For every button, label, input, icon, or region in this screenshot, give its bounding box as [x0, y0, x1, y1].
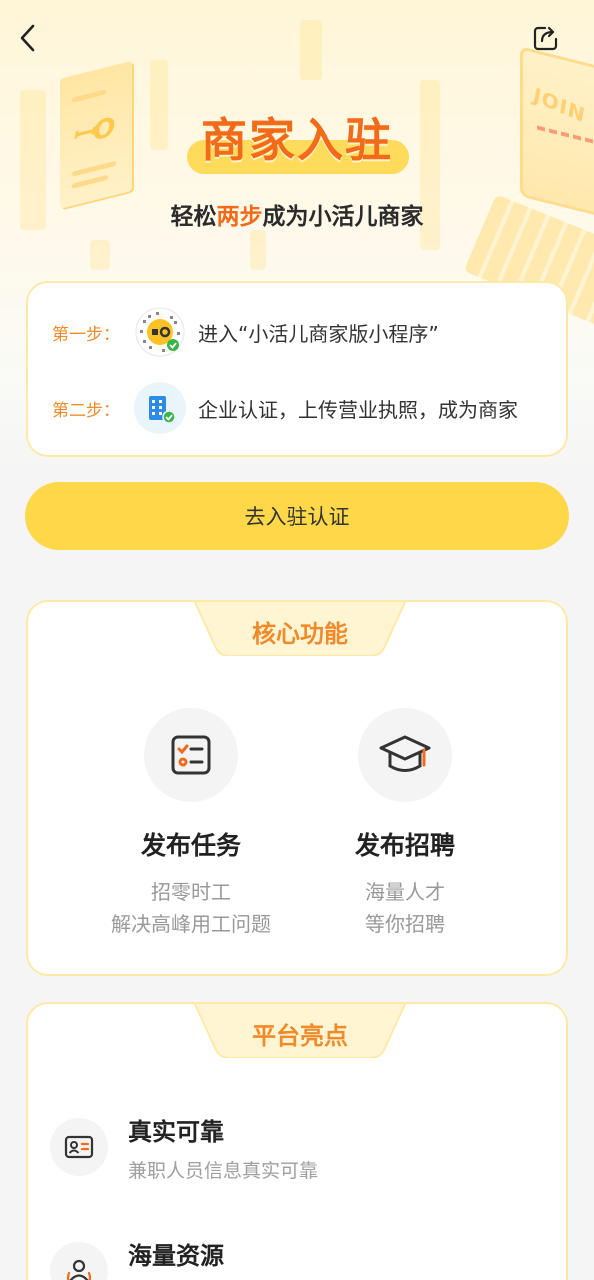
step-row-1: 第一步： 进入“小活儿商家版小程序” — [28, 304, 570, 360]
graduation-cap-graphic — [379, 735, 431, 772]
decor-bar — [300, 20, 322, 80]
highlight-item: 海量资源 — [50, 1230, 550, 1280]
feature-subtitle-line: 解决高峰用工问题 — [111, 912, 271, 936]
subtitle-prefix: 轻松 — [170, 204, 217, 230]
feature-subtitle-line: 海量人才 — [365, 880, 445, 904]
go-certify-button[interactable]: 去入驻认证 — [25, 482, 569, 550]
highlight-title: 海量资源 — [128, 1242, 224, 1270]
step-text: 企业认证，上传营业执照，成为商家 — [198, 397, 518, 422]
feature-publish-task[interactable]: 发布任务 招零时工 解决高峰用工问题 — [76, 708, 306, 940]
step-label: 第一步： — [52, 324, 120, 345]
feature-subtitle: 海量人才 等你招聘 — [290, 876, 520, 940]
graduation-cap-icon — [358, 708, 452, 802]
platform-highlights-card: 平台亮点 真实可靠 兼职人员信息真实可靠 海量资源 — [26, 1002, 568, 1280]
people-icon — [50, 1242, 108, 1280]
subtitle-suffix: 成为小活儿商家 — [262, 204, 424, 230]
step-text: 进入“小活儿商家版小程序” — [198, 321, 439, 346]
feature-subtitle-line: 招零时工 — [151, 880, 231, 904]
share-icon — [533, 26, 558, 51]
merchant-onboarding-page: ꟷO JOIN T 商家入驻 轻松两步成为小活儿商家 第一步： 进入“小活儿商家… — [0, 0, 594, 1280]
chevron-left-icon — [20, 24, 35, 52]
people-graphic — [66, 1259, 92, 1280]
miniprogram-qrcode-icon — [134, 306, 186, 358]
core-features-card: 核心功能 发布任务 招零时工 解决高峰用工问题 发布招聘 海量人才 等你招聘 — [26, 600, 568, 976]
steps-card: 第一步： 进入“小活儿商家版小程序” 第二步： 企业认证，上传营业执照，成为商家 — [26, 281, 568, 457]
enterprise-verify-icon — [134, 382, 186, 434]
page-title: 商家入驻 — [201, 113, 393, 167]
back-button[interactable] — [12, 20, 44, 56]
feature-publish-recruitment[interactable]: 发布招聘 海量人才 等你招聘 — [290, 708, 520, 940]
page-subtitle: 轻松两步成为小活儿商家 — [0, 197, 594, 231]
task-list-icon — [144, 708, 238, 802]
feature-title: 发布任务 — [140, 831, 241, 860]
building-icon — [149, 396, 176, 424]
miniprogram-qrcode-graphic — [135, 307, 185, 357]
highlight-subtitle: 兼职人员信息真实可靠 — [128, 1160, 319, 1182]
highlight-item: 真实可靠 兼职人员信息真实可靠 — [50, 1106, 550, 1186]
core-features-title: 核心功能 — [252, 620, 348, 648]
highlight-title: 真实可靠 — [128, 1118, 224, 1146]
decor-bar — [90, 240, 110, 270]
subtitle-highlight: 两步 — [216, 204, 263, 230]
feature-subtitle-line: 等你招聘 — [365, 912, 445, 936]
feature-subtitle: 招零时工 解决高峰用工问题 — [76, 876, 306, 940]
id-card-icon — [50, 1118, 108, 1176]
share-button[interactable] — [530, 22, 562, 54]
platform-highlights-title: 平台亮点 — [252, 1022, 348, 1050]
step-row-2: 第二步： 企业认证，上传营业执照，成为商家 — [28, 380, 570, 436]
task-list-graphic — [171, 735, 211, 775]
id-card-graphic — [64, 1135, 94, 1159]
decor-bar — [250, 230, 266, 270]
step-label: 第二步： — [52, 400, 120, 421]
feature-title: 发布招聘 — [354, 831, 455, 860]
